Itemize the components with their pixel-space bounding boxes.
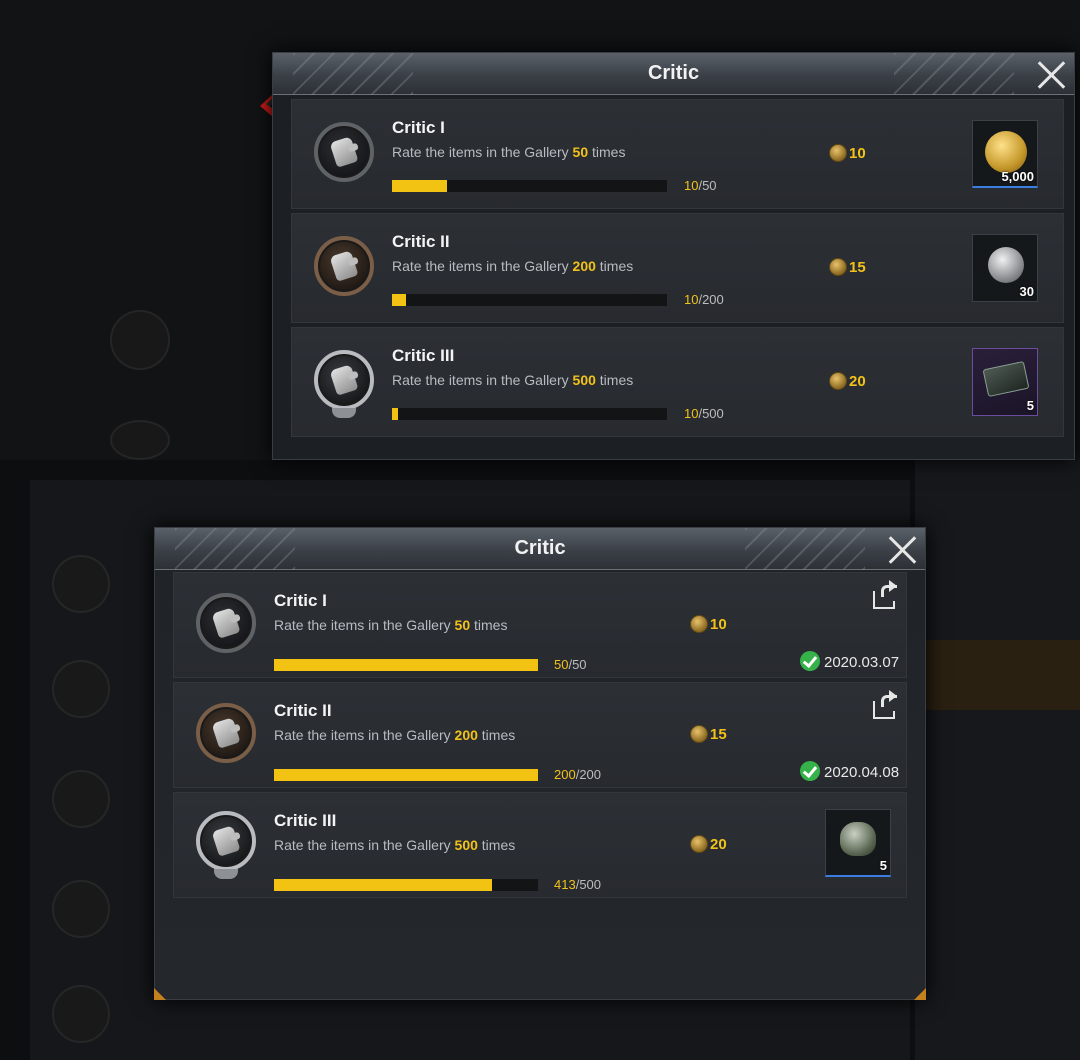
reward-quantity: 5: [879, 858, 887, 873]
progress-bar: [274, 879, 538, 891]
achievement-row-critic-3: Critic III Rate the items in the Gallery…: [291, 327, 1064, 437]
achievement-title: Critic II: [392, 232, 450, 251]
achievement-description: Rate the items in the Gallery 50 times: [392, 144, 626, 160]
progress-text: 10/200: [684, 292, 724, 307]
achievement-title: Critic III: [392, 346, 455, 365]
achievement-title: Critic II: [274, 701, 332, 720]
achievement-points: 15: [829, 258, 866, 276]
dialog-title: Critic: [514, 537, 566, 559]
critic-dialog-bottom: Critic Critic I Rate the items in the Ga…: [154, 527, 926, 1000]
progress-fill: [392, 408, 398, 420]
achievement-points: 10: [690, 615, 727, 633]
achievement-point-icon: [829, 372, 847, 390]
progress-bar: [392, 294, 667, 306]
progress-text: 200/200: [554, 767, 602, 782]
achievement-description: Rate the items in the Gallery 200 times: [392, 258, 634, 274]
achievement-points: 15: [690, 725, 727, 743]
critic-medal-icon: [196, 593, 256, 653]
dialog-title: Critic: [647, 62, 700, 84]
completed-date: 2020.03.07: [800, 651, 899, 671]
helmet-icon: [840, 822, 876, 856]
share-icon[interactable]: [873, 580, 899, 609]
achievement-row-critic-3: Critic III Rate the items in the Gallery…: [173, 792, 907, 898]
reward-item[interactable]: 30: [972, 234, 1038, 302]
crate-icon: [982, 360, 1030, 398]
achievement-row-critic-2: Critic II Rate the items in the Gallery …: [173, 682, 907, 788]
progress-text: 50/50: [554, 657, 587, 672]
progress-fill: [274, 769, 538, 781]
achievement-points: 20: [690, 835, 727, 853]
achievement-point-icon: [690, 725, 708, 743]
achievement-description: Rate the items in the Gallery 50 times: [274, 617, 508, 633]
achievement-row-critic-2: Critic II Rate the items in the Gallery …: [291, 213, 1064, 323]
achievement-point-icon: [690, 615, 708, 633]
progress-bar: [392, 408, 667, 420]
achievement-description: Rate the items in the Gallery 500 times: [392, 372, 634, 388]
critic-medal-icon: [314, 122, 374, 182]
critic-medal-icon: [196, 811, 256, 879]
gold-coin-icon: [985, 131, 1027, 173]
achievement-title: Critic I: [274, 591, 327, 610]
progress-text: 413/500: [554, 877, 602, 892]
corner-accent: [154, 988, 166, 1000]
progress-text: 10/50: [684, 178, 717, 193]
achievement-point-icon: [690, 835, 708, 853]
progress-fill: [392, 180, 447, 192]
background-side-menu: [915, 460, 1080, 1060]
check-icon: [800, 651, 820, 671]
achievement-title: Critic I: [392, 118, 445, 137]
critic-medal-icon: [196, 703, 256, 763]
critic-medal-icon: [314, 236, 374, 296]
critic-dialog-top: Critic Critic I Rate the items in the Ga…: [272, 52, 1075, 460]
achievement-description: Rate the items in the Gallery 500 times: [274, 837, 516, 853]
completed-date: 2020.04.08: [800, 761, 899, 781]
achievement-point-icon: [829, 144, 847, 162]
background-medal: [110, 310, 170, 370]
background-medal: [110, 420, 170, 460]
reward-quantity: 5: [1026, 398, 1034, 413]
reward-quantity: 30: [1019, 284, 1034, 299]
achievement-list: Critic I Rate the items in the Gallery 5…: [273, 95, 1074, 459]
reward-item[interactable]: 5: [825, 809, 891, 877]
achievement-row-critic-1: Critic I Rate the items in the Gallery 5…: [291, 99, 1064, 209]
dialog-header: Critic: [273, 53, 1074, 95]
achievement-point-icon: [829, 258, 847, 276]
reward-quantity: 5,000: [1001, 169, 1034, 184]
progress-fill: [274, 659, 538, 671]
progress-bar: [392, 180, 667, 192]
progress-bar: [274, 769, 538, 781]
achievement-points: 10: [829, 144, 866, 162]
progress-fill: [392, 294, 406, 306]
corner-accent: [914, 988, 926, 1000]
dialog-header: Critic: [155, 528, 925, 570]
share-icon[interactable]: [873, 690, 899, 719]
check-icon: [800, 761, 820, 781]
achievement-list: Critic I Rate the items in the Gallery 5…: [154, 570, 926, 1000]
close-icon[interactable]: [1034, 57, 1068, 91]
achievement-description: Rate the items in the Gallery 200 times: [274, 727, 516, 743]
reward-item[interactable]: 5,000: [972, 120, 1038, 188]
close-icon[interactable]: [885, 532, 919, 566]
achievement-title: Critic III: [274, 811, 337, 830]
silver-coin-icon: [988, 247, 1024, 283]
critic-medal-icon: [314, 350, 374, 418]
reward-item[interactable]: 5: [972, 348, 1038, 416]
achievement-row-critic-1: Critic I Rate the items in the Gallery 5…: [173, 572, 907, 678]
progress-bar: [274, 659, 538, 671]
progress-fill: [274, 879, 493, 891]
achievement-points: 20: [829, 372, 866, 390]
progress-text: 10/500: [684, 406, 724, 421]
